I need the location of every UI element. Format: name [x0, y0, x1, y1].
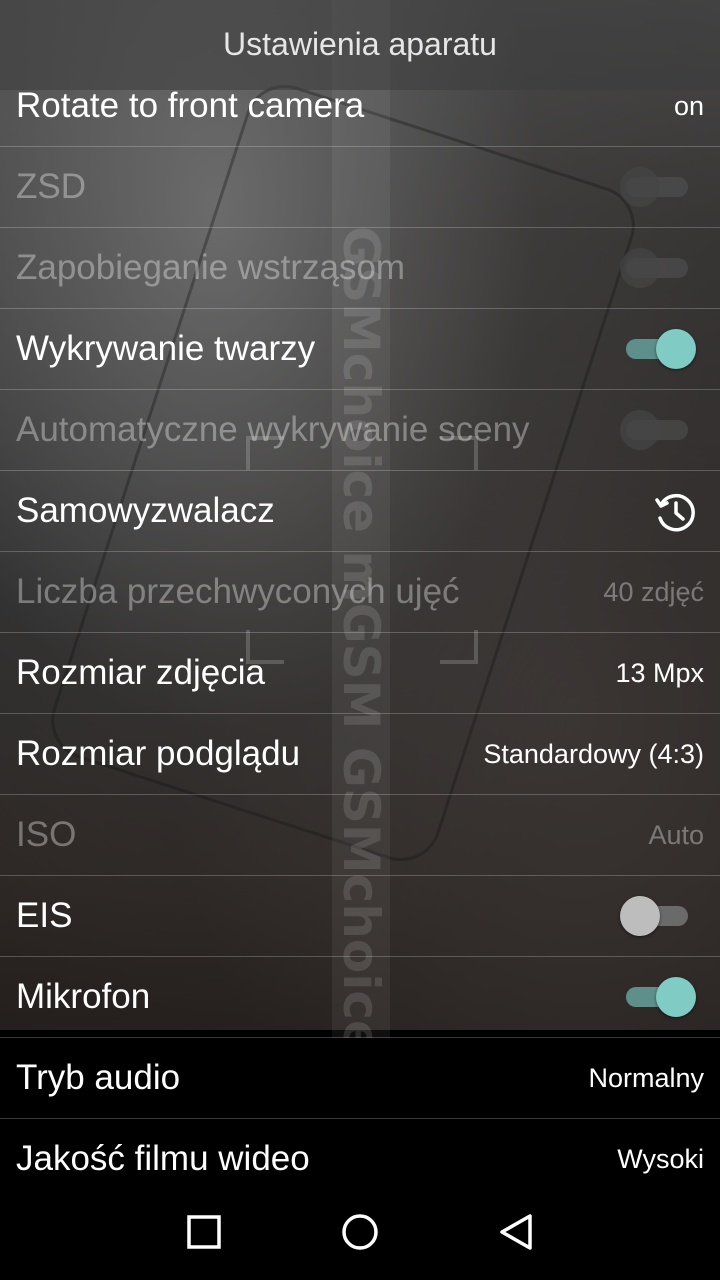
zsd-toggle[interactable] — [620, 167, 696, 207]
toggle-thumb — [620, 410, 660, 450]
setting-label: Mikrofon — [16, 977, 151, 1016]
setting-picture-size[interactable]: Rozmiar zdjęcia 13 Mpx — [0, 633, 720, 714]
setting-value: Normalny — [588, 1063, 704, 1093]
face-detection-toggle[interactable] — [620, 329, 696, 369]
setting-self-timer[interactable]: Samowyzwalacz — [0, 471, 720, 552]
setting-label: Zapobieganie wstrząsom — [16, 248, 406, 287]
setting-preview-size[interactable]: Rozmiar podglądu Standardowy (4:3) — [0, 714, 720, 795]
stabilization-toggle[interactable] — [620, 248, 696, 288]
setting-value: 13 Mpx — [615, 658, 704, 688]
recents-icon[interactable] — [182, 1210, 226, 1254]
toggle-thumb — [620, 167, 660, 207]
settings-list: Rotate to front camera on ZSD Zapobiegan… — [0, 66, 720, 1199]
setting-label: Tryb audio — [16, 1058, 181, 1097]
setting-microphone[interactable]: Mikrofon — [0, 957, 720, 1038]
setting-label: Liczba przechwyconych ujęć — [16, 572, 460, 611]
toggle-thumb — [620, 248, 660, 288]
back-icon[interactable] — [494, 1210, 538, 1254]
setting-eis[interactable]: EIS — [0, 876, 720, 957]
setting-value: 40 zdjęć — [603, 577, 704, 607]
system-navigation-bar — [0, 1184, 720, 1280]
setting-value: on — [673, 91, 704, 121]
setting-label: EIS — [16, 896, 73, 935]
toggle-thumb — [620, 896, 660, 936]
setting-label: Rozmiar podglądu — [16, 734, 301, 773]
toggle-thumb — [656, 329, 696, 369]
auto-scene-toggle[interactable] — [620, 410, 696, 450]
setting-face-detection[interactable]: Wykrywanie twarzy — [0, 309, 720, 390]
setting-label: ISO — [16, 815, 77, 854]
setting-label: Rotate to front camera — [16, 86, 365, 125]
toggle-thumb — [656, 977, 696, 1017]
setting-label: Wykrywanie twarzy — [16, 329, 316, 368]
setting-stabilization[interactable]: Zapobieganie wstrząsom — [0, 228, 720, 309]
setting-zsd[interactable]: ZSD — [0, 147, 720, 228]
setting-rotate-front-camera[interactable]: Rotate to front camera on — [0, 66, 720, 147]
setting-audio-mode[interactable]: Tryb audio Normalny — [0, 1038, 720, 1119]
setting-iso[interactable]: ISO Auto — [0, 795, 720, 876]
setting-label: Automatyczne wykrywanie sceny — [16, 410, 530, 449]
setting-label: ZSD — [16, 167, 86, 206]
timer-icon — [655, 494, 695, 532]
page-title: Ustawienia aparatu — [223, 26, 497, 62]
setting-label: Rozmiar zdjęcia — [16, 653, 265, 692]
setting-value: Auto — [648, 820, 704, 850]
microphone-toggle[interactable] — [620, 977, 696, 1017]
setting-label: Samowyzwalacz — [16, 491, 275, 530]
eis-toggle[interactable] — [620, 896, 696, 936]
setting-auto-scene-detection[interactable]: Automatyczne wykrywanie sceny — [0, 390, 720, 471]
setting-value: Standardowy (4:3) — [483, 739, 704, 769]
setting-burst-count[interactable]: Liczba przechwyconych ujęć 40 zdjęć — [0, 552, 720, 633]
home-icon[interactable] — [338, 1210, 382, 1254]
